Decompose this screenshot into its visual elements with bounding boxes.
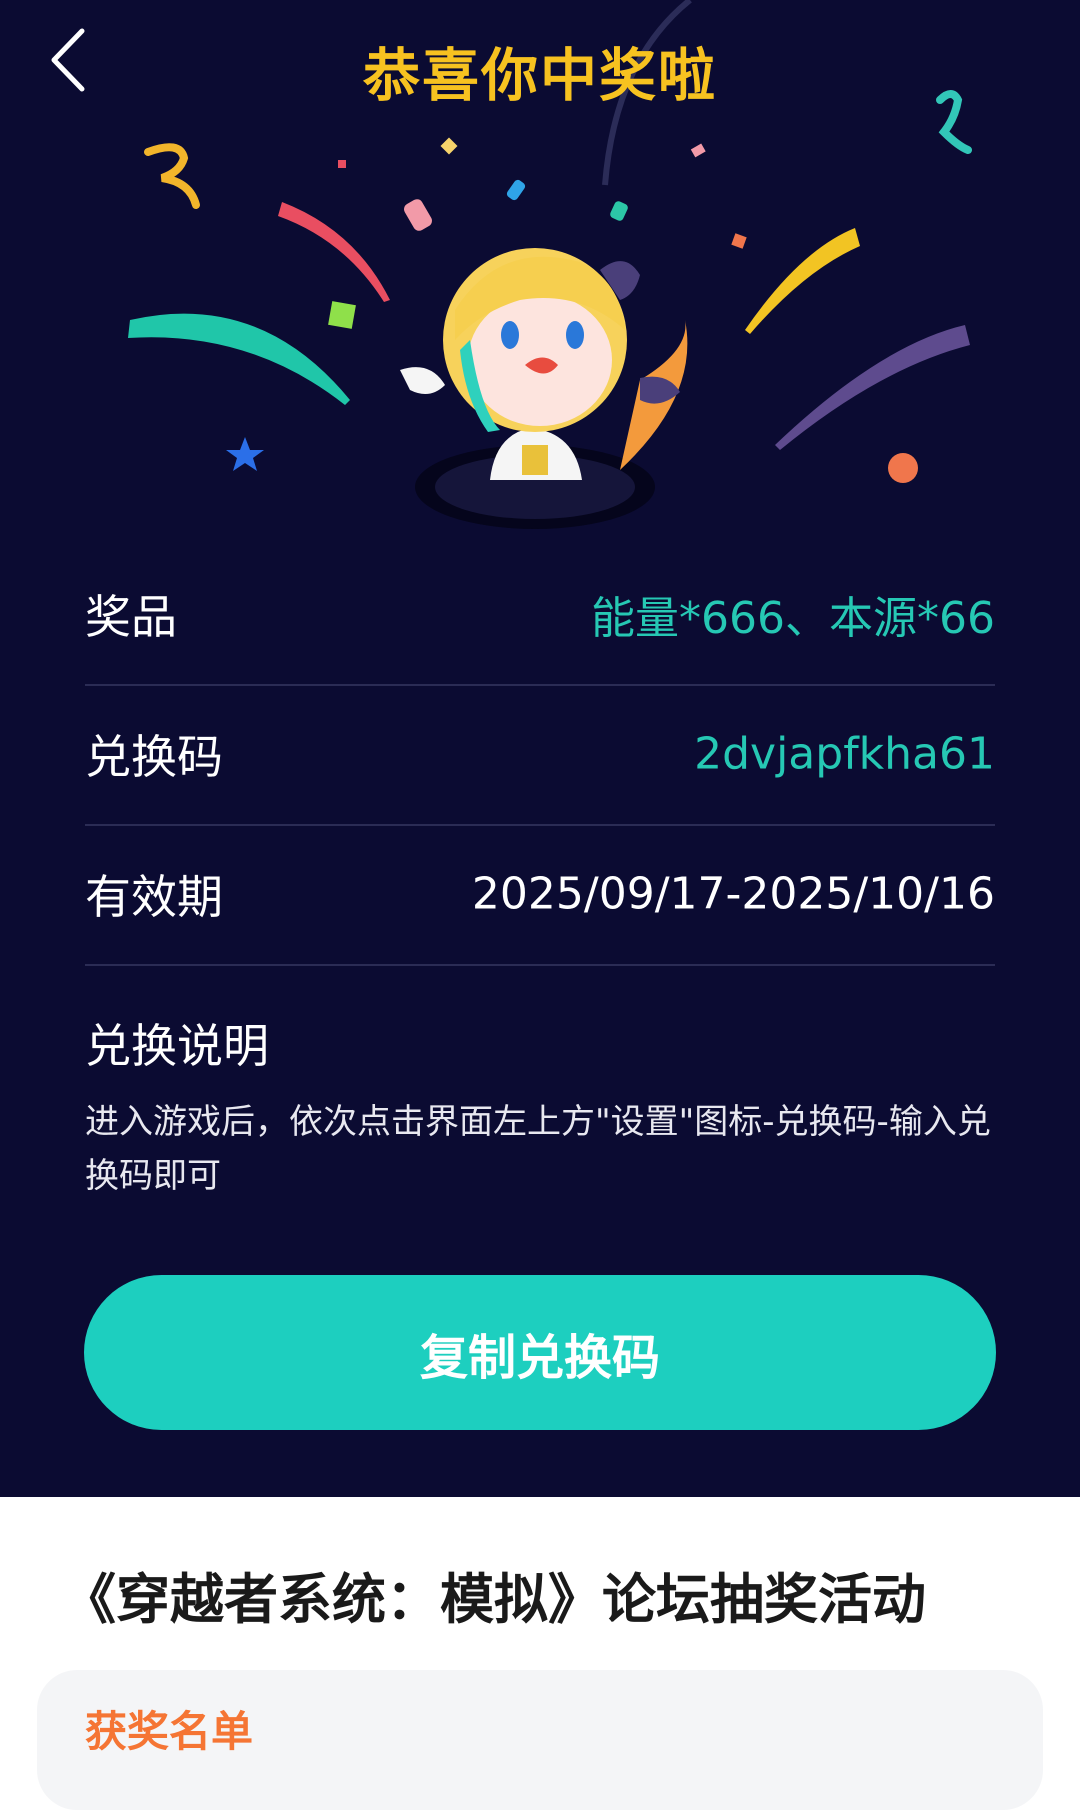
prize-label: 奖品 (85, 590, 177, 644)
prize-row: 奖品 能量*666、本源*66 (85, 544, 995, 686)
validity-label: 有效期 (85, 870, 223, 924)
event-title: 《穿越者系统：模拟》论坛抽奖活动 (62, 1568, 926, 1631)
prize-value: 能量*666、本源*66 (591, 593, 995, 644)
page-title: 恭喜你中奖啦 (363, 43, 717, 109)
copy-code-button[interactable]: 复制兑换码 (84, 1275, 996, 1430)
validity-row: 有效期 2025/09/17-2025/10/16 (85, 824, 995, 966)
redeem-code-label: 兑换码 (85, 730, 223, 784)
redeem-code-row: 兑换码 2dvjapfkha61 (85, 684, 995, 826)
redeem-code-value[interactable]: 2dvjapfkha61 (694, 729, 995, 780)
instructions-title: 兑换说明 (85, 1019, 269, 1073)
winners-title: 获奖名单 (85, 1707, 254, 1756)
validity-value: 2025/09/17-2025/10/16 (471, 868, 995, 920)
winners-card: 获奖名单 (37, 1670, 1043, 1810)
instructions-text: 进入游戏后，依次点击界面左上方"设置"图标-兑换码-输入兑换码即可 (85, 1102, 991, 1196)
prize-panel: 恭喜你中奖啦 奖品 能量*666、本源*66 兑换码 2dvjapfkha61 … (0, 0, 1080, 1497)
